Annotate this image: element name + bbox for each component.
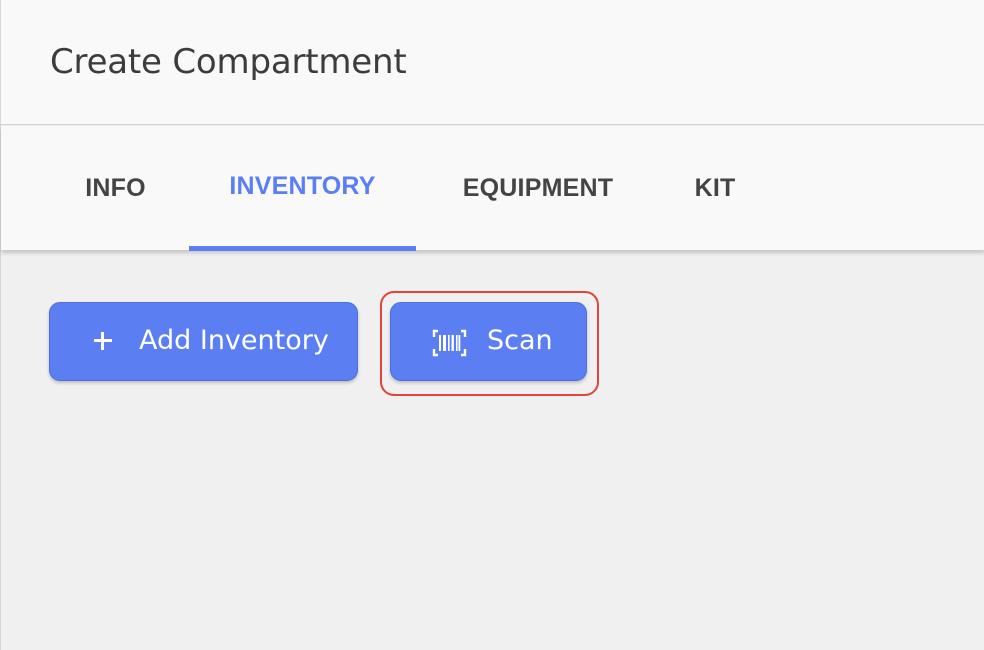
tab-equipment[interactable]: EQUIPMENT	[433, 126, 643, 250]
tab-inventory[interactable]: INVENTORY	[189, 126, 416, 250]
scan-button[interactable]: Scan	[390, 302, 587, 381]
page-title: Create Compartment	[50, 42, 407, 82]
app-page: Create Compartment INFO INVENTORY EQUIPM…	[0, 0, 984, 650]
scan-label: Scan	[487, 325, 553, 356]
dialog-header: Create Compartment	[1, 0, 984, 125]
add-inventory-label: Add Inventory	[139, 325, 329, 356]
tab-kit[interactable]: KIT	[673, 126, 757, 250]
plus-icon	[92, 330, 114, 352]
barcode-scan-icon	[432, 329, 467, 357]
tab-bar: INFO INVENTORY EQUIPMENT KIT	[1, 126, 984, 251]
add-inventory-button[interactable]: Add Inventory	[49, 302, 358, 381]
tab-info[interactable]: INFO	[49, 126, 182, 250]
active-tab-indicator	[189, 246, 416, 251]
